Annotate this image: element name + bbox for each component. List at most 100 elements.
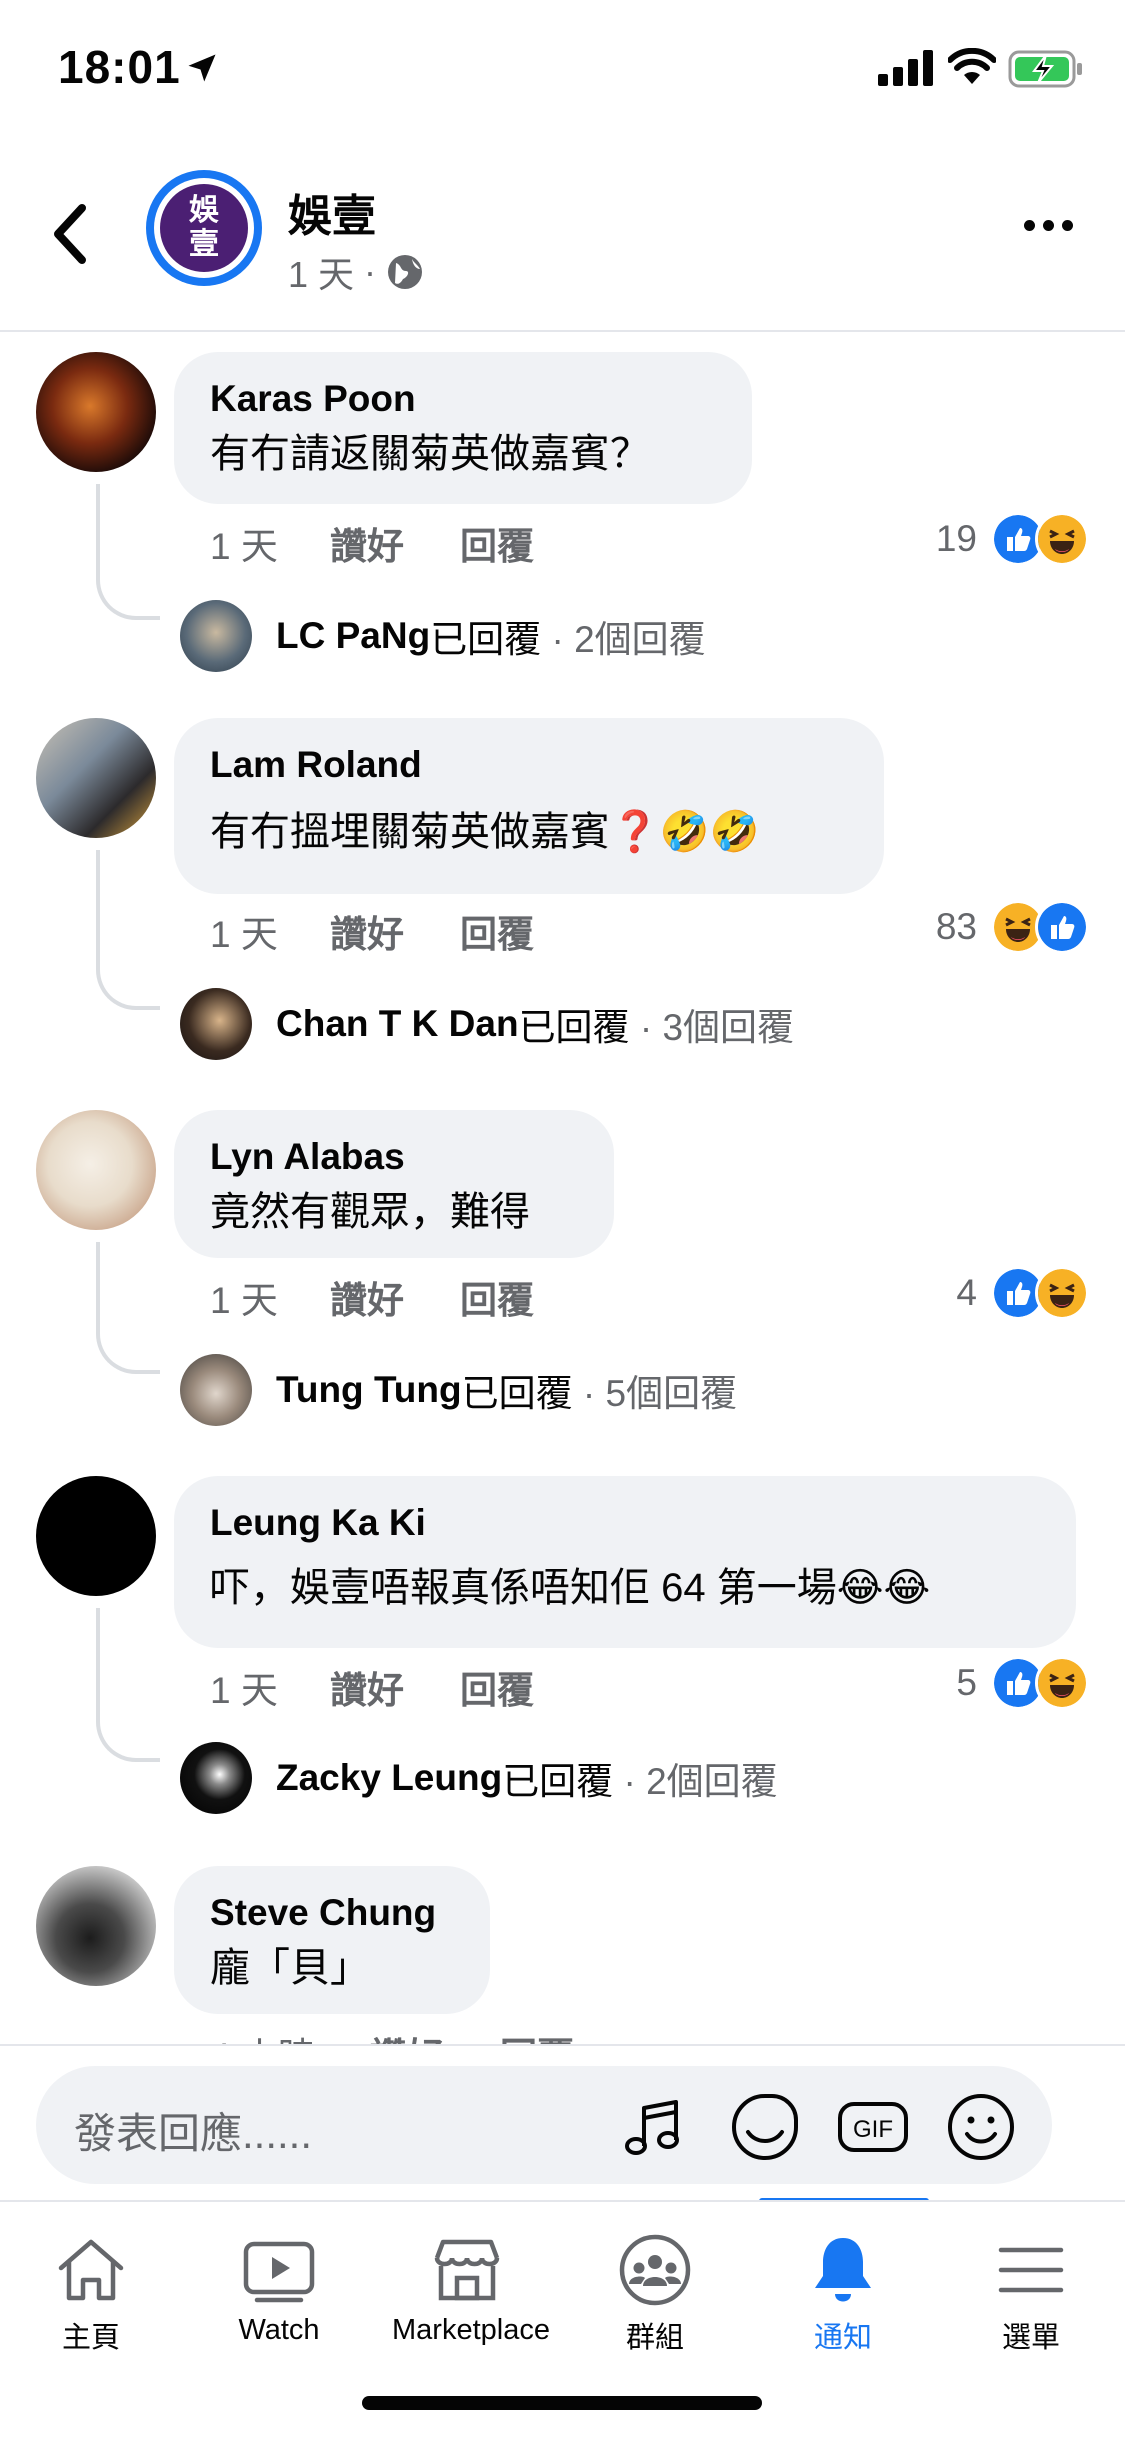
menu-icon xyxy=(998,2247,1064,2293)
tab-label: 選單 xyxy=(1001,2322,1060,2354)
reply-summary[interactable]: Chan T K Dan 已回覆 · 3個回覆 xyxy=(180,988,794,1060)
comment-bubble[interactable]: Lyn Alabas 竟然有觀眾，難得 xyxy=(174,1110,614,1258)
reply-summary[interactable]: LC PaNg 已回覆 · 2個回覆 xyxy=(180,600,706,672)
tab-label: 通知 xyxy=(813,2322,872,2354)
comment-bubble[interactable]: Lam Roland 有冇搵埋關菊英做嘉賓❓🤣🤣 xyxy=(174,718,884,894)
reactions[interactable]: 5 xyxy=(956,1656,1089,1710)
comment-text: 有冇請返關菊英做嘉賓？ xyxy=(210,432,650,476)
post-time: 1 天 xyxy=(288,254,355,295)
bell-icon xyxy=(815,2238,871,2302)
comment-bubble[interactable]: Karas Poon 有冇請返關菊英做嘉賓？ xyxy=(174,352,752,504)
comment-time: 1 天 xyxy=(210,914,278,955)
avatar[interactable] xyxy=(36,1110,156,1230)
sticker-icon[interactable] xyxy=(728,2090,802,2164)
comment-author[interactable]: Lam Roland xyxy=(210,740,848,790)
like-button[interactable]: 讚好 xyxy=(330,516,460,570)
reactions[interactable]: 4 xyxy=(956,1266,1089,1320)
reaction-count: 5 xyxy=(956,1662,977,1703)
avatar xyxy=(180,1354,252,1426)
marketplace-icon xyxy=(434,2239,500,2301)
tab-menu[interactable]: 選單 xyxy=(956,2232,1106,2356)
haha-reaction-icon xyxy=(1035,512,1089,566)
reactions[interactable]: 83 xyxy=(936,900,1089,954)
like-button[interactable]: 讚好 xyxy=(330,904,460,958)
comment-author[interactable]: Lyn Alabas xyxy=(210,1132,578,1182)
back-arrow-icon[interactable] xyxy=(44,198,104,270)
like-reaction-icon xyxy=(1035,900,1089,954)
thread-connector xyxy=(96,850,160,1010)
post-meta: 1 天 · xyxy=(288,246,424,298)
tab-label: Watch xyxy=(238,2314,320,2346)
post-header: 娛 壹 娛壹 1 天 · xyxy=(0,140,1125,332)
haha-reaction-icon xyxy=(1035,1266,1089,1320)
reply-summary[interactable]: Zacky Leung 已回覆 · 2個回覆 xyxy=(180,1742,778,1814)
reply-button[interactable]: 回覆 xyxy=(460,516,534,570)
gif-icon[interactable]: GIF xyxy=(836,2090,910,2164)
comment-author[interactable]: Leung Ka Ki xyxy=(210,1498,1040,1548)
reply-button[interactable]: 回覆 xyxy=(460,1660,534,1714)
emoji-icon[interactable] xyxy=(944,2090,1018,2164)
reply-count: · 2個回覆 xyxy=(623,1761,778,1802)
comment-bubble[interactable]: Leung Ka Ki 吓，娛壹唔報真係唔知佢 64 第一場😂😂 xyxy=(174,1476,1076,1648)
status-bar: 18:01 xyxy=(0,0,1125,140)
comment-actions: 1 天 讚好 回覆 xyxy=(210,1270,534,1324)
reaction-count: 4 xyxy=(956,1272,977,1313)
comment-author[interactable]: Steve Chung xyxy=(210,1888,454,1938)
tab-label: 群組 xyxy=(625,2322,684,2354)
tab-marketplace[interactable]: Marketplace xyxy=(392,2232,550,2347)
tab-label: 主頁 xyxy=(61,2322,120,2354)
avatar[interactable] xyxy=(36,352,156,472)
battery-charging-icon xyxy=(1008,50,1082,88)
avatar-char: 壹 xyxy=(189,228,219,261)
comment-composer: 發表回應...... GIF xyxy=(0,2044,1125,2202)
groups-icon xyxy=(619,2234,691,2306)
meta-separator: · xyxy=(364,251,377,292)
avatar xyxy=(180,600,252,672)
comment-actions: 1 天 讚好 回覆 xyxy=(210,516,534,570)
music-icon[interactable] xyxy=(618,2090,692,2164)
globe-icon xyxy=(388,255,423,289)
avatar[interactable] xyxy=(36,1476,156,1596)
avatar xyxy=(180,1742,252,1814)
tab-label: Marketplace xyxy=(392,2314,550,2346)
tab-notifications[interactable]: 通知 xyxy=(768,2232,918,2356)
page-name[interactable]: 娛壹 xyxy=(288,180,376,244)
like-button[interactable]: 讚好 xyxy=(330,1270,460,1324)
like-button[interactable]: 讚好 xyxy=(330,1660,460,1714)
reply-status: 已回覆 xyxy=(461,1373,573,1414)
avatar[interactable] xyxy=(36,1866,156,1986)
comment-text: 有冇搵埋關菊英做嘉賓❓🤣🤣 xyxy=(210,810,760,854)
reply-author: Chan T K Dan xyxy=(276,1003,519,1044)
comment-author[interactable]: Karas Poon xyxy=(210,374,716,424)
reaction-count: 19 xyxy=(935,518,977,559)
reply-button[interactable]: 回覆 xyxy=(460,1270,534,1324)
comment-bubble[interactable]: Steve Chung 龐「貝」 xyxy=(174,1866,490,2014)
status-time: 18:01 xyxy=(58,41,181,93)
location-arrow-icon xyxy=(188,54,216,82)
reactions[interactable]: 19 xyxy=(936,512,1089,566)
avatar[interactable] xyxy=(36,718,156,838)
reply-author: Tung Tung xyxy=(276,1369,462,1410)
reply-status: 已回覆 xyxy=(518,1007,630,1048)
comment-input[interactable]: 發表回應...... GIF xyxy=(36,2066,1052,2184)
reply-summary[interactable]: Tung Tung 已回覆 · 5個回覆 xyxy=(180,1354,737,1426)
reply-author: Zacky Leung xyxy=(276,1757,503,1798)
comment-actions: 1 天 讚好 回覆 xyxy=(210,1660,534,1714)
gif-label: GIF xyxy=(853,2116,893,2143)
tab-groups[interactable]: 群組 xyxy=(580,2232,730,2356)
reply-status: 已回覆 xyxy=(502,1761,614,1802)
comment-actions: 1 天 讚好 回覆 xyxy=(210,904,534,958)
wifi-icon xyxy=(948,48,996,84)
page-avatar[interactable]: 娛 壹 xyxy=(146,170,262,286)
thread-connector xyxy=(96,1242,160,1374)
more-options-icon[interactable] xyxy=(1024,220,1073,231)
home-indicator xyxy=(362,2396,762,2410)
comment-text: 龐「貝」 xyxy=(210,1946,370,1990)
reply-button[interactable]: 回覆 xyxy=(460,904,534,958)
signal-icon xyxy=(878,50,933,86)
comment-text: 吓，娛壹唔報真係唔知佢 64 第一場😂😂 xyxy=(210,1566,931,1610)
tab-home[interactable]: 主頁 xyxy=(16,2232,166,2356)
comment-input-placeholder: 發表回應...... xyxy=(74,2110,313,2157)
tab-watch[interactable]: Watch xyxy=(204,2232,354,2347)
comment-time: 1 天 xyxy=(210,526,278,567)
